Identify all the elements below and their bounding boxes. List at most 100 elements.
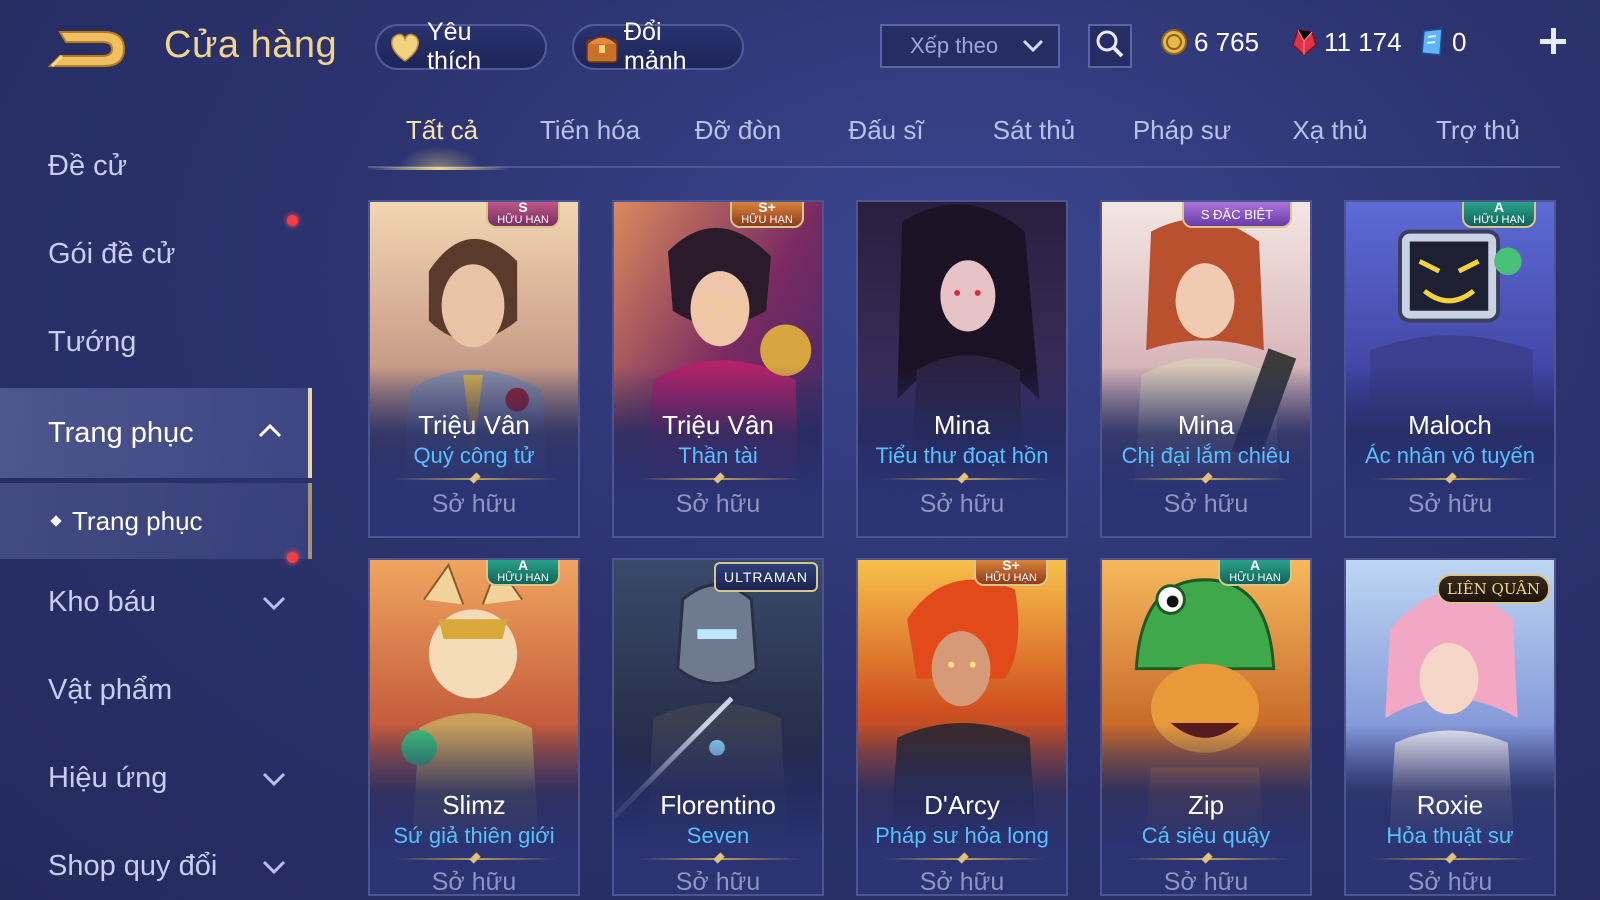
skin-name: Tiểu thư đoạt hồn — [875, 443, 1049, 468]
back-arrow-icon[interactable] — [44, 24, 130, 74]
tab-fighter[interactable]: Đấu sĩ — [812, 110, 960, 168]
hero-name: Zip — [1187, 790, 1225, 820]
skin-card[interactable]: S+ HỮU HẠN D'Arcy Pháp sư hỏa long Sở hữu — [856, 558, 1068, 896]
hero-name: Roxie — [1416, 790, 1484, 820]
owned-status: Sở hữu — [1407, 868, 1493, 896]
tab-marksman[interactable]: Xạ thủ — [1256, 110, 1404, 168]
card-divider — [394, 858, 558, 860]
special-badge: S ĐẶC BIỆT — [1182, 202, 1292, 228]
card-divider — [1126, 478, 1290, 480]
chevron-down-icon — [262, 854, 286, 878]
sidebar-subitem-label: Trang phục — [72, 505, 203, 536]
skin-card[interactable]: Mina Tiểu thư đoạt hồn Sở hữu — [856, 200, 1068, 538]
skin-card[interactable]: ULTRAMAN Florentino Seven Sở hữu — [612, 558, 824, 896]
card-divider — [1370, 858, 1534, 860]
sidebar-item-skins[interactable]: Trang phục — [0, 388, 312, 478]
sort-dropdown[interactable]: Xếp theo — [880, 24, 1060, 68]
tab-all[interactable]: Tất cả — [368, 110, 516, 170]
lienquan-badge: LIÊN QUÂN — [1436, 574, 1550, 604]
treasure-chest-icon — [584, 30, 620, 64]
top-bar: Cửa hàng Yêu thích Đổi mảnh Xếp theo 6 7… — [0, 0, 1600, 90]
voucher-amount: 0 — [1452, 26, 1467, 57]
hero-name: Triệu Vân — [662, 410, 774, 440]
skin-name: Ác nhân vô tuyến — [1364, 443, 1535, 468]
sidebar-item-items[interactable]: Vật phẩm — [0, 648, 312, 732]
chevron-down-icon — [262, 766, 286, 790]
ultraman-badge: ULTRAMAN — [714, 562, 818, 592]
skin-name: Sứ giả thiên giới — [393, 823, 555, 848]
limited-badge: A HỮU HẠN — [1218, 560, 1292, 586]
skin-card[interactable]: S+ HỮU HẠN Triệu Vân Thần tài Sở hữu — [612, 200, 824, 538]
exchange-shards-label: Đổi mảnh — [624, 18, 687, 75]
sidebar-item-label: Gói đề cử — [48, 237, 176, 270]
tab-mage[interactable]: Pháp sư — [1108, 110, 1256, 168]
hero-name: Maloch — [1408, 410, 1492, 440]
tab-evolution[interactable]: Tiến hóa — [516, 110, 664, 168]
skin-name: Chị đại lắm chiêu — [1121, 443, 1291, 468]
skin-card[interactable]: LIÊN QUÂN Roxie Hỏa thuật sư Sở hữu — [1344, 558, 1556, 896]
sidebar-item-label: Kho báu — [48, 585, 157, 618]
card-divider — [638, 858, 802, 860]
owned-status: Sở hữu — [675, 868, 761, 896]
limited-badge: A HỮU HẠN — [486, 560, 560, 586]
skin-name: Seven — [686, 823, 750, 848]
skin-name: Pháp sư hỏa long — [875, 823, 1049, 848]
owned-status: Sở hữu — [1163, 868, 1249, 896]
sort-label: Xếp theo — [910, 33, 999, 58]
skin-card[interactable]: S ĐẶC BIỆT Mina Chị đại lắm chiêu Sở hữu — [1100, 200, 1312, 538]
sidebar-item-treasure[interactable]: Kho báu — [0, 560, 312, 644]
sidebar-item-recommended[interactable]: Đề cử — [0, 124, 312, 208]
hero-name: Mina — [933, 410, 991, 440]
skin-card[interactable]: A HỮU HẠN Maloch Ác nhân vô tuyến Sở hữu — [1344, 200, 1556, 538]
tab-tank[interactable]: Đỡ đòn — [664, 110, 812, 168]
skin-name: Cá siêu quậy — [1141, 823, 1271, 848]
skin-card[interactable]: A HỮU HẠN Slimz Sứ giả thiên giới Sở hữu — [368, 558, 580, 896]
sidebar-item-recommended-bundles[interactable]: Gói đề cử — [0, 212, 312, 296]
card-divider — [882, 858, 1046, 860]
exchange-shards-button[interactable]: Đổi mảnh — [572, 18, 744, 75]
skin-name: Thần tài — [678, 443, 758, 468]
heart-icon — [387, 30, 423, 64]
tab-support[interactable]: Trợ thủ — [1404, 110, 1552, 168]
owned-status: Sở hữu — [431, 868, 517, 896]
bullet-diamond-icon — [50, 515, 62, 527]
sidebar-item-label: Tướng — [48, 325, 137, 358]
favorites-label: Yêu thích — [427, 18, 482, 75]
card-divider — [1370, 478, 1534, 480]
sidebar-item-effects[interactable]: Hiệu ứng — [0, 736, 312, 820]
sidebar-item-heroes[interactable]: Tướng — [0, 300, 312, 384]
voucher-icon — [1418, 27, 1446, 57]
ruby-balance: 11 174 — [1290, 24, 1402, 60]
limited-badge: S HỮU HẠN — [486, 202, 560, 228]
sidebar-item-exchange-shop[interactable]: Shop quy đổi — [0, 824, 312, 900]
limited-badge: S+ HỮU HẠN — [730, 202, 804, 228]
category-tabs: Tất cả Tiến hóa Đỡ đòn Đấu sĩ Sát thủ Ph… — [368, 110, 1560, 170]
search-button[interactable] — [1088, 24, 1132, 68]
ruby-gem-icon — [1290, 27, 1318, 57]
search-icon — [1095, 29, 1125, 64]
skin-card[interactable]: S HỮU HẠN Triệu Vân Quý công tử Sở hữu — [368, 200, 580, 538]
chevron-up-icon — [258, 418, 282, 442]
chevron-down-icon — [1022, 33, 1044, 59]
gold-coin-icon — [1160, 27, 1188, 57]
owned-status: Sở hữu — [1163, 490, 1249, 518]
card-divider — [1126, 858, 1290, 860]
sidebar: Đề cử Gói đề cử Tướng Trang phục Trang p… — [0, 120, 312, 900]
hero-name: D'Arcy — [924, 790, 1000, 820]
ruby-amount: 11 174 — [1324, 26, 1402, 57]
sidebar-subitem-skins[interactable]: Trang phục — [0, 483, 312, 559]
card-divider — [638, 478, 802, 480]
owned-status: Sở hữu — [919, 868, 1005, 896]
tab-assassin[interactable]: Sát thủ — [960, 110, 1108, 168]
card-divider — [882, 478, 1046, 480]
add-currency-button[interactable] — [1536, 24, 1570, 58]
owned-status: Sở hữu — [675, 490, 761, 518]
favorites-button[interactable]: Yêu thích — [375, 18, 547, 75]
chevron-down-icon — [262, 590, 286, 614]
sidebar-item-label: Trang phục — [48, 416, 194, 449]
hero-name: Florentino — [660, 790, 776, 820]
owned-status: Sở hữu — [431, 490, 517, 518]
sidebar-item-label: Shop quy đổi — [48, 849, 218, 882]
skin-name: Hỏa thuật sư — [1386, 823, 1514, 848]
skin-card[interactable]: A HỮU HẠN Zip Cá siêu quậy Sở hữu — [1100, 558, 1312, 896]
